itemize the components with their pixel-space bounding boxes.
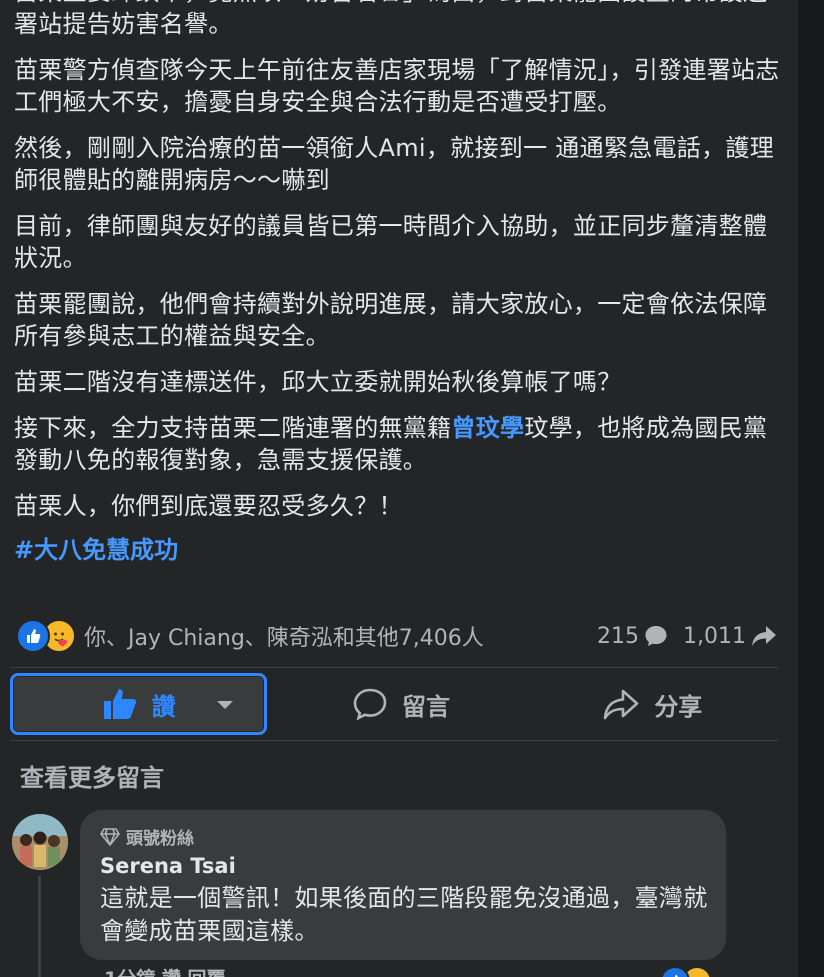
comment-button[interactable]: 留言 <box>275 674 526 734</box>
thumbs-up-icon <box>16 619 50 653</box>
comment-label: 留言 <box>401 692 450 721</box>
see-more-comments-link[interactable]: 查看更多留言 <box>20 758 164 793</box>
mention-link[interactable]: 曾玟學 <box>451 414 524 442</box>
share-count-value: 1,011 <box>683 623 746 649</box>
comment-meta[interactable]: 1分鐘 讚 回覆 <box>104 964 225 977</box>
post-paragraph: 苗栗二階沒有達標送件，邱大立委就開始秋後算帳了嗎？ <box>14 368 622 396</box>
comment-count-value: 215 <box>597 623 640 649</box>
post-card: 苗栗立委邱鎮軍，竟然以「妨害名譽」為由，對苗栗罷團設置的常設連署站提告妨害名譽。… <box>0 0 798 977</box>
post-paragraph: 目前，律師團與友好的議員皆已第一時間介入協助，並正同步釐清整體狀況。 <box>14 212 768 272</box>
comment-bubble: 頭號粉絲 Serena Tsai 這就是一個警訊！如果後面的三階段罷免沒通過，臺… <box>80 810 726 960</box>
paragraph-text-before: 接下來，全力支持苗栗二階連署的無黨籍 <box>14 414 452 442</box>
reactions-summary: 你、Jay Chiang、陳奇泓和其他7,406人 215 1,011 <box>16 618 778 654</box>
post-action-bar: 讚 留言 分享 <box>10 672 778 736</box>
post-body: 苗栗立委邱鎮軍，竟然以「妨害名譽」為由，對苗栗罷團設置的常設連署站提告妨害名譽。… <box>14 0 784 566</box>
comment-reaction-icons[interactable] <box>660 966 712 977</box>
share-label: 分享 <box>654 692 703 721</box>
facebook-post-page: 苗栗立委邱鎮軍，竟然以「妨害名譽」為由，對苗栗罷團設置的常設連署站提告妨害名譽。… <box>0 0 824 977</box>
comment-count[interactable]: 215 <box>597 623 669 649</box>
post-paragraph: 苗栗立委邱鎮軍，竟然以「妨害名譽」為由，對苗栗罷團設置的常設連署站提告妨害名譽。 <box>14 0 767 38</box>
comment-bubble-icon <box>645 626 667 646</box>
reaction-icons[interactable] <box>16 619 76 653</box>
like-label: 讚 <box>151 692 176 721</box>
comment-thread-line <box>38 876 41 977</box>
scrollbar-track[interactable] <box>798 0 824 977</box>
share-arrow-icon <box>604 689 639 720</box>
reaction-names[interactable]: 你、Jay Chiang、陳奇泓和其他7,406人 <box>84 620 583 652</box>
avatar[interactable] <box>12 814 68 870</box>
divider-top <box>10 667 778 668</box>
post-paragraph: 苗栗人，你們到底還要忍受多久？！ <box>14 492 403 520</box>
hashtag-link[interactable]: #大八免慧成功 <box>14 534 784 566</box>
comment-text: 這就是一個警訊！如果後面的三階段罷免沒通過，臺灣就會變成苗栗國這樣。 <box>100 884 708 945</box>
thumbs-up-icon <box>103 689 136 719</box>
post-paragraph: 苗栗警方偵查隊今天上午前往友善店家現場「了解情況」，引發連署站志工們極大不安，擔… <box>14 56 780 116</box>
share-arrow-icon <box>752 626 776 646</box>
share-count[interactable]: 1,011 <box>683 623 778 649</box>
post-paragraph-with-mention: 接下來，全力支持苗栗二階連署的無黨籍曾玟學玟學，也將成為國民黨發動八免的報復對象… <box>14 412 784 476</box>
post-paragraph: 苗栗罷團說，他們會持續對外說明進展，請大家放心，一定會依法保障所有參與志工的權益… <box>14 290 768 350</box>
divider-bottom <box>10 740 778 741</box>
comment-bubble-icon <box>353 688 387 721</box>
badge-label: 頭號粉絲 <box>126 829 194 849</box>
commenter-name[interactable]: Serena Tsai <box>100 854 236 878</box>
chevron-down-icon[interactable] <box>216 700 234 710</box>
diamond-icon <box>100 827 120 846</box>
post-paragraph: 然後，剛剛入院治療的苗一領銜人Ami，就接到一 通通緊急電話，護理師很體貼的離開… <box>14 134 774 194</box>
top-fan-badge[interactable]: 頭號粉絲 <box>100 824 194 849</box>
like-button[interactable]: 讚 <box>10 673 268 735</box>
share-button[interactable]: 分享 <box>527 674 778 734</box>
thumbs-up-icon <box>660 966 690 977</box>
